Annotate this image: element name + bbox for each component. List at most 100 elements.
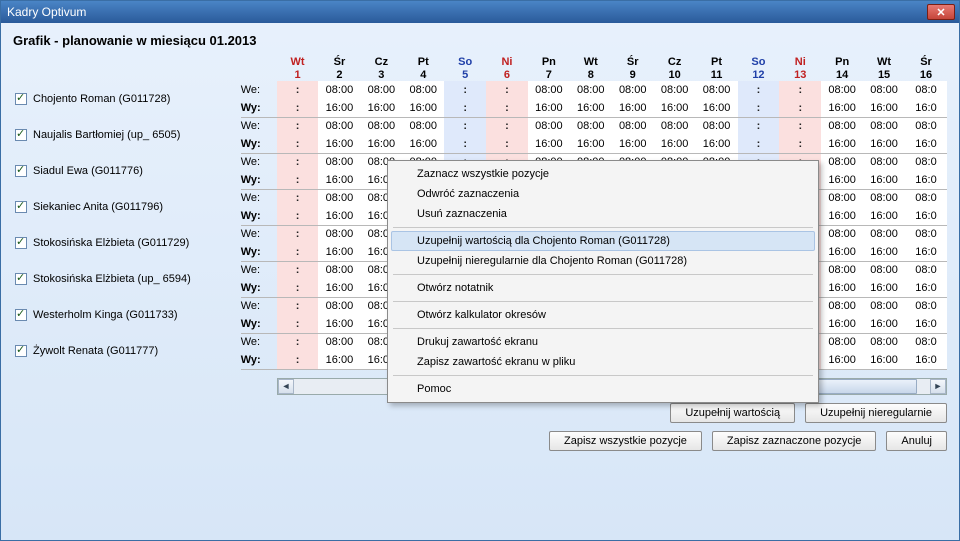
- time-cell-wy[interactable]: 16:00: [612, 99, 654, 117]
- time-cell-we[interactable]: 08:00: [821, 189, 863, 207]
- time-cell-wy[interactable]: 16:0: [905, 207, 947, 225]
- time-cell-wy[interactable]: 16:00: [318, 207, 360, 225]
- time-cell-we[interactable]: 08:00: [318, 153, 360, 171]
- time-cell-we[interactable]: 08:00: [612, 81, 654, 99]
- time-cell-wy[interactable]: :: [444, 99, 486, 117]
- time-cell-wy[interactable]: :: [277, 243, 319, 261]
- context-menu[interactable]: Zaznacz wszystkie pozycjeOdwróć zaznacze…: [387, 160, 819, 403]
- time-cell-wy[interactable]: :: [277, 135, 319, 153]
- time-cell-wy[interactable]: 16:00: [360, 135, 402, 153]
- time-cell-we[interactable]: 08:00: [654, 117, 696, 135]
- time-cell-we[interactable]: :: [444, 117, 486, 135]
- employee-checkbox[interactable]: [15, 345, 27, 357]
- time-cell-wy[interactable]: 16:00: [863, 279, 905, 297]
- time-cell-we[interactable]: 08:00: [863, 81, 905, 99]
- time-cell-wy[interactable]: 16:00: [612, 135, 654, 153]
- time-cell-wy[interactable]: 16:00: [318, 315, 360, 333]
- employee-cell[interactable]: Chojento Roman (G011728): [13, 81, 241, 117]
- time-cell-we[interactable]: 08:00: [360, 81, 402, 99]
- time-cell-wy[interactable]: :: [779, 99, 821, 117]
- time-cell-wy[interactable]: 16:00: [821, 207, 863, 225]
- time-cell-wy[interactable]: 16:00: [318, 171, 360, 189]
- time-cell-wy[interactable]: 16:00: [821, 99, 863, 117]
- time-cell-we[interactable]: 08:00: [528, 81, 570, 99]
- context-menu-item[interactable]: Pomoc: [391, 379, 815, 399]
- employee-cell[interactable]: Stokosińska Elżbieta (G011729): [13, 225, 241, 261]
- employee-checkbox[interactable]: [15, 129, 27, 141]
- cancel-button[interactable]: Anuluj: [886, 431, 947, 451]
- time-cell-wy[interactable]: 16:00: [821, 279, 863, 297]
- time-cell-wy[interactable]: :: [277, 207, 319, 225]
- time-cell-wy[interactable]: 16:00: [863, 135, 905, 153]
- time-cell-we[interactable]: 08:00: [402, 117, 444, 135]
- time-cell-we[interactable]: 08:00: [318, 189, 360, 207]
- time-cell-wy[interactable]: 16:00: [863, 351, 905, 369]
- time-cell-we[interactable]: 08:00: [821, 261, 863, 279]
- time-cell-wy[interactable]: 16:00: [821, 135, 863, 153]
- context-menu-item[interactable]: Uzupełnij wartością dla Chojento Roman (…: [391, 231, 815, 251]
- time-cell-we[interactable]: 08:0: [905, 153, 947, 171]
- time-cell-we[interactable]: 08:00: [863, 225, 905, 243]
- context-menu-item[interactable]: Otwórz notatnik: [391, 278, 815, 298]
- time-cell-wy[interactable]: :: [738, 99, 780, 117]
- time-cell-we[interactable]: 08:00: [863, 189, 905, 207]
- time-cell-we[interactable]: 08:0: [905, 81, 947, 99]
- employee-cell[interactable]: Siekaniec Anita (G011796): [13, 189, 241, 225]
- time-cell-wy[interactable]: 16:00: [570, 99, 612, 117]
- time-cell-we[interactable]: 08:00: [821, 333, 863, 351]
- time-cell-we[interactable]: :: [779, 117, 821, 135]
- time-cell-wy[interactable]: :: [277, 351, 319, 369]
- time-cell-we[interactable]: 08:00: [318, 81, 360, 99]
- time-cell-we[interactable]: 08:00: [821, 153, 863, 171]
- time-cell-we[interactable]: 08:0: [905, 189, 947, 207]
- time-cell-wy[interactable]: 16:0: [905, 99, 947, 117]
- time-cell-we[interactable]: :: [779, 81, 821, 99]
- time-cell-we[interactable]: 08:00: [863, 261, 905, 279]
- employee-checkbox[interactable]: [15, 93, 27, 105]
- time-cell-wy[interactable]: :: [486, 135, 528, 153]
- time-cell-wy[interactable]: :: [277, 315, 319, 333]
- time-cell-wy[interactable]: 16:00: [821, 171, 863, 189]
- save-selected-button[interactable]: Zapisz zaznaczone pozycje: [712, 431, 877, 451]
- context-menu-item[interactable]: Drukuj zawartość ekranu: [391, 332, 815, 352]
- time-cell-we[interactable]: 08:00: [318, 225, 360, 243]
- time-cell-we[interactable]: :: [486, 117, 528, 135]
- time-cell-wy[interactable]: 16:00: [318, 99, 360, 117]
- time-cell-wy[interactable]: 16:0: [905, 279, 947, 297]
- time-cell-we[interactable]: :: [277, 81, 319, 99]
- context-menu-item[interactable]: Otwórz kalkulator okresów: [391, 305, 815, 325]
- time-cell-we[interactable]: :: [277, 189, 319, 207]
- employee-checkbox[interactable]: [15, 273, 27, 285]
- employee-cell[interactable]: Naujalis Bartłomiej (up_ 6505): [13, 117, 241, 153]
- time-cell-we[interactable]: 08:00: [821, 297, 863, 315]
- employee-cell[interactable]: Siadul Ewa (G011776): [13, 153, 241, 189]
- time-cell-wy[interactable]: :: [738, 135, 780, 153]
- time-cell-wy[interactable]: 16:00: [318, 135, 360, 153]
- time-cell-wy[interactable]: 16:00: [863, 243, 905, 261]
- time-cell-we[interactable]: 08:00: [821, 225, 863, 243]
- time-cell-we[interactable]: 08:00: [318, 297, 360, 315]
- time-cell-we[interactable]: 08:00: [821, 117, 863, 135]
- time-cell-wy[interactable]: 16:00: [654, 99, 696, 117]
- time-cell-wy[interactable]: :: [277, 171, 319, 189]
- time-cell-wy[interactable]: :: [277, 279, 319, 297]
- time-cell-we[interactable]: 08:00: [402, 81, 444, 99]
- context-menu-item[interactable]: Uzupełnij nieregularnie dla Chojento Rom…: [391, 251, 815, 271]
- time-cell-we[interactable]: :: [444, 81, 486, 99]
- time-cell-wy[interactable]: :: [444, 135, 486, 153]
- time-cell-we[interactable]: 08:00: [318, 333, 360, 351]
- time-cell-we[interactable]: 08:00: [863, 153, 905, 171]
- time-cell-wy[interactable]: 16:00: [360, 99, 402, 117]
- time-cell-wy[interactable]: 16:00: [821, 315, 863, 333]
- time-cell-wy[interactable]: 16:00: [318, 351, 360, 369]
- time-cell-wy[interactable]: :: [779, 135, 821, 153]
- save-all-button[interactable]: Zapisz wszystkie pozycje: [549, 431, 702, 451]
- time-cell-we[interactable]: :: [277, 153, 319, 171]
- time-cell-wy[interactable]: 16:00: [863, 99, 905, 117]
- context-menu-item[interactable]: Zaznacz wszystkie pozycje: [391, 164, 815, 184]
- employee-checkbox[interactable]: [15, 309, 27, 321]
- time-cell-we[interactable]: 08:0: [905, 333, 947, 351]
- time-cell-we[interactable]: 08:00: [821, 81, 863, 99]
- time-cell-we[interactable]: 08:00: [696, 81, 738, 99]
- time-cell-wy[interactable]: 16:00: [863, 207, 905, 225]
